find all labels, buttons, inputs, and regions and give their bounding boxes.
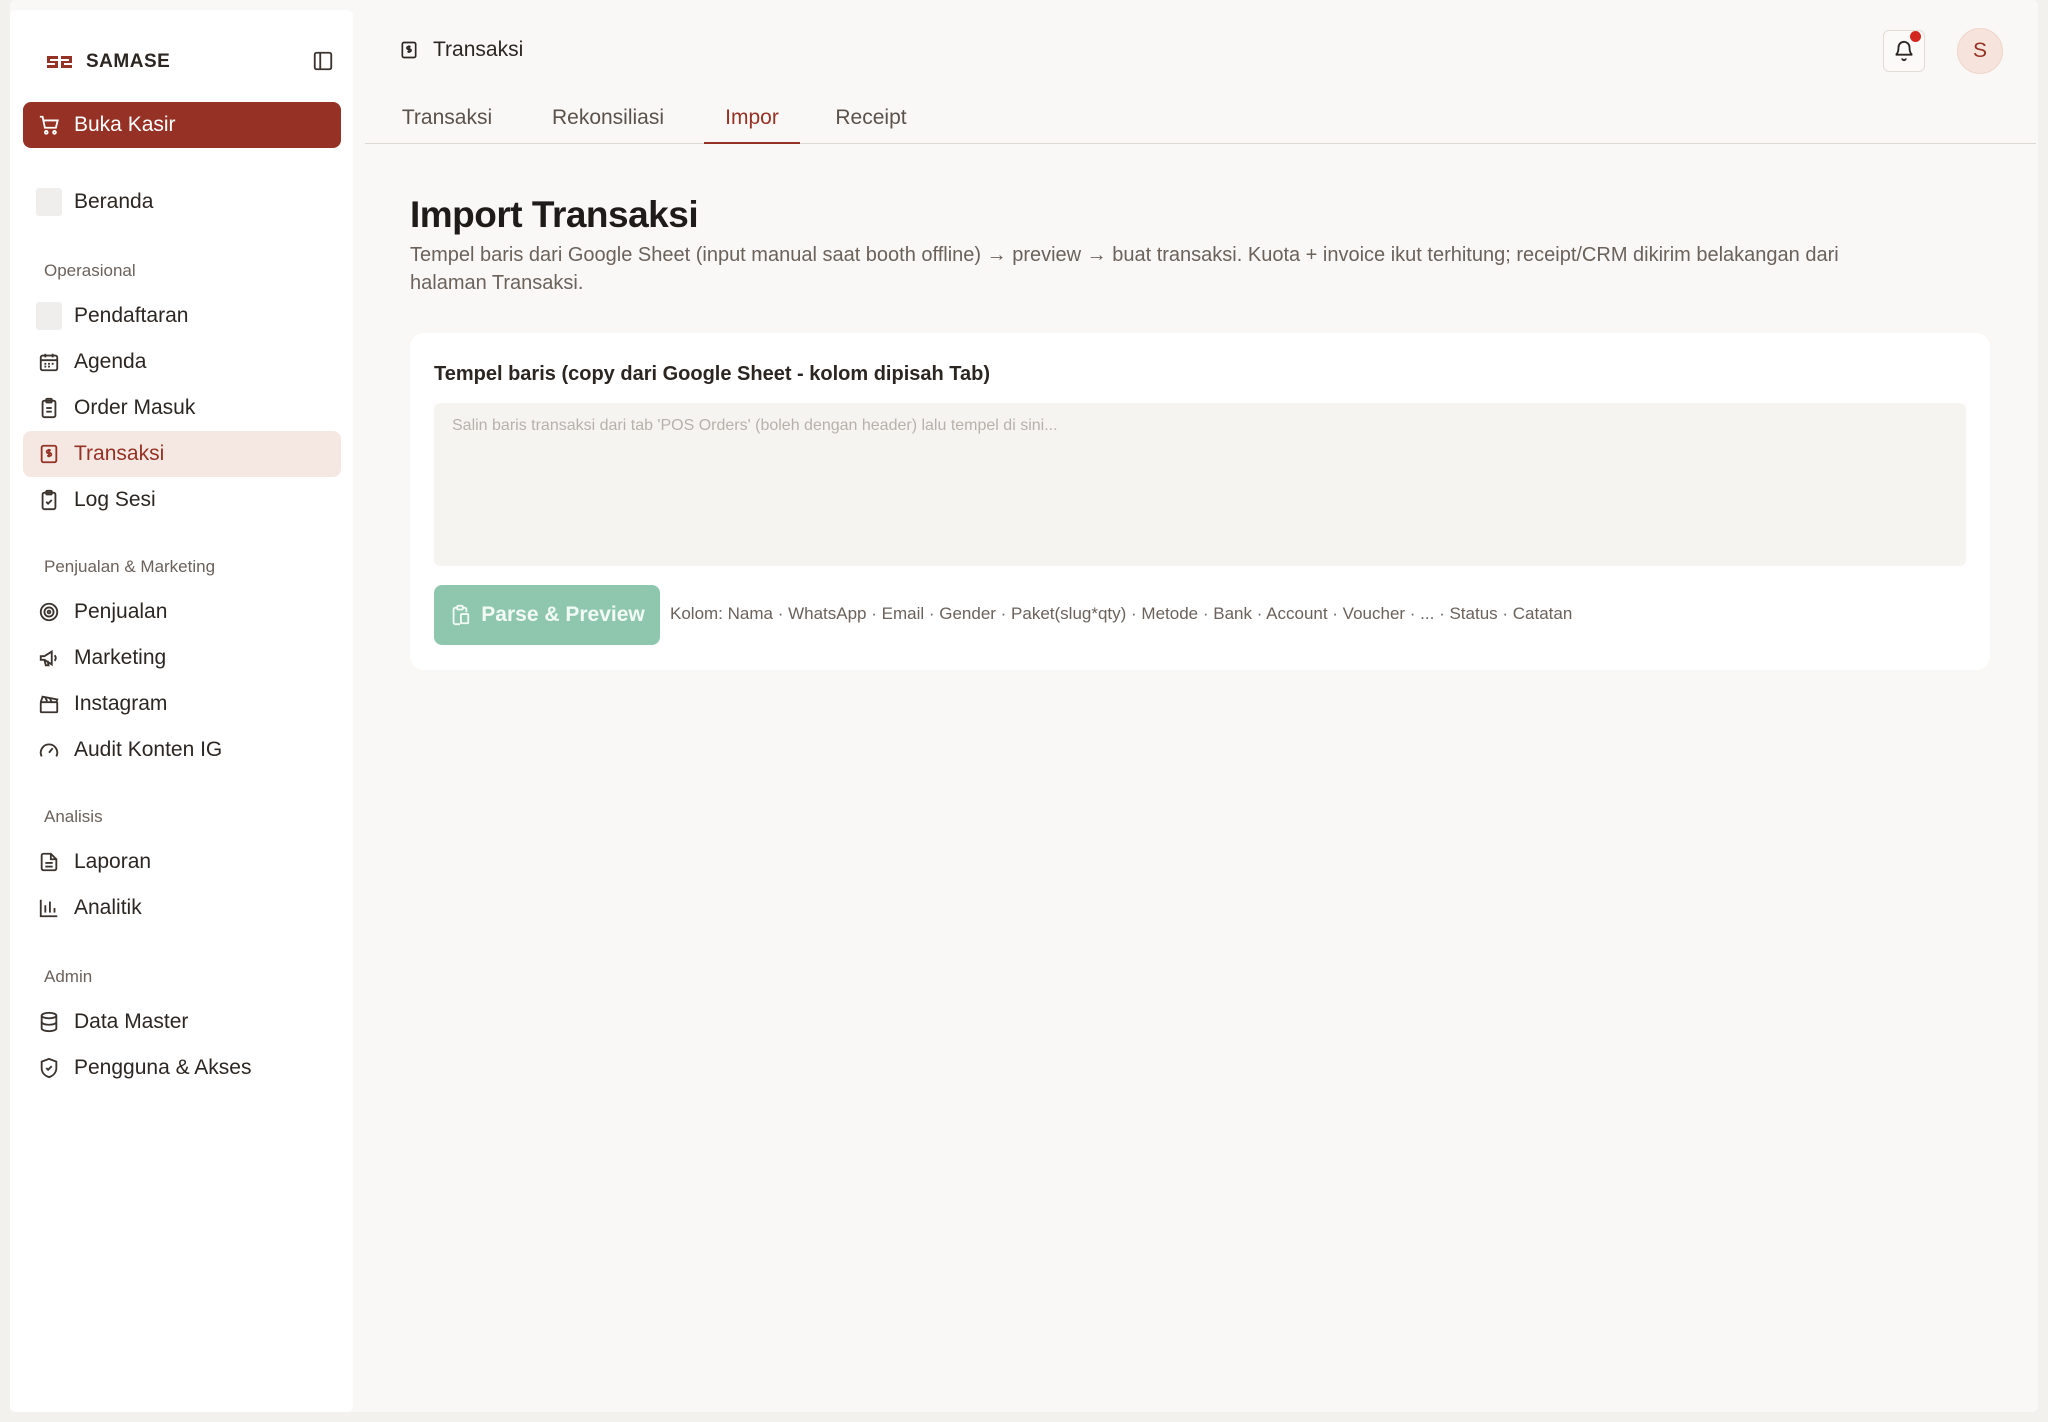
cart-icon bbox=[36, 112, 62, 138]
topbar-title: Transaksi bbox=[399, 38, 523, 62]
brand-logo-icon bbox=[47, 56, 72, 68]
tab-bar: Transaksi Rekonsiliasi Impor Receipt bbox=[365, 98, 2036, 144]
placeholder-icon bbox=[36, 188, 62, 216]
tab-transaksi[interactable]: Transaksi bbox=[382, 98, 512, 144]
page-description: Tempel baris dari Google Sheet (input ma… bbox=[410, 244, 1839, 294]
sidebar-item-agenda[interactable]: Agenda bbox=[23, 339, 341, 385]
receipt-icon bbox=[36, 441, 62, 467]
sidebar-item-penjualan[interactable]: Penjualan bbox=[23, 589, 341, 635]
parse-preview-label: Parse & Preview bbox=[481, 603, 645, 626]
sidebar-item-label: Order Masuk bbox=[74, 396, 196, 419]
sidebar-item-marketing[interactable]: Marketing bbox=[23, 635, 341, 681]
tab-impor[interactable]: Impor bbox=[704, 98, 800, 144]
open-cashier-label: Buka Kasir bbox=[74, 113, 176, 136]
tab-rekonsiliasi[interactable]: Rekonsiliasi bbox=[528, 98, 688, 144]
paste-rows-textarea[interactable] bbox=[434, 403, 1966, 566]
sidebar-item-beranda[interactable]: Beranda bbox=[23, 179, 341, 225]
sidebar-item-label: Pengguna & Akses bbox=[74, 1056, 252, 1079]
main-content: Transaksi S Transaksi Rekonsiliasi Impor… bbox=[353, 0, 2048, 1422]
page-header-title: Transaksi bbox=[433, 38, 524, 61]
sidebar-item-label: Agenda bbox=[74, 350, 147, 373]
sidebar-item-laporan[interactable]: Laporan bbox=[23, 839, 341, 885]
sidebar-item-label: Laporan bbox=[74, 850, 152, 873]
sidebar-item-label: Audit Konten IG bbox=[74, 738, 223, 761]
sidebar-item-audit-konten-ig[interactable]: Audit Konten IG bbox=[23, 727, 341, 773]
section-label-analisis: Analisis bbox=[44, 807, 103, 826]
sidebar-item-label: Instagram bbox=[74, 692, 168, 715]
brand[interactable]: SAMASE bbox=[44, 48, 170, 76]
parse-preview-button[interactable]: Parse & Preview bbox=[434, 585, 660, 645]
sidebar-item-label: Transaksi bbox=[74, 442, 165, 465]
brand-name: SAMASE bbox=[86, 51, 171, 72]
sidebar-item-label: Marketing bbox=[74, 646, 167, 669]
paste-rows-label: Tempel baris (copy dari Google Sheet - k… bbox=[434, 363, 991, 385]
sidebar-item-log-sesi[interactable]: Log Sesi bbox=[23, 477, 341, 523]
sidebar-item-instagram[interactable]: Instagram bbox=[23, 681, 341, 727]
notifications-button[interactable] bbox=[1883, 30, 1925, 72]
page-title: Import Transaksi bbox=[410, 194, 699, 235]
tab-receipt[interactable]: Receipt bbox=[816, 98, 926, 144]
gauge-icon bbox=[36, 737, 62, 763]
avatar[interactable]: S bbox=[1957, 28, 2003, 74]
database-icon bbox=[36, 1009, 62, 1035]
shield-check-icon bbox=[36, 1055, 62, 1081]
sidebar-item-label: Beranda bbox=[74, 190, 154, 213]
sidebar-item-analitik[interactable]: Analitik bbox=[23, 885, 341, 931]
sidebar-item-label: Pendaftaran bbox=[74, 304, 189, 327]
panel-left-icon bbox=[313, 51, 333, 71]
sidebar: SAMASE Buka Kasir Beranda Operasional Pe… bbox=[10, 10, 353, 1412]
section-label-admin: Admin bbox=[44, 967, 93, 986]
clipboard-check-icon bbox=[36, 487, 62, 513]
notification-dot bbox=[1910, 31, 1921, 42]
sidebar-item-label: Analitik bbox=[74, 896, 142, 919]
sidebar-item-transaksi[interactable]: Transaksi bbox=[23, 431, 341, 477]
clipboard-paste-icon bbox=[452, 604, 470, 626]
bar-chart-icon bbox=[36, 895, 62, 921]
sidebar-item-order-masuk[interactable]: Order Masuk bbox=[23, 385, 341, 431]
import-card: Tempel baris (copy dari Google Sheet - k… bbox=[410, 333, 1990, 670]
section-label-penjualan-marketing: Penjualan & Marketing bbox=[44, 557, 216, 576]
placeholder-icon bbox=[36, 302, 62, 330]
calendar-icon bbox=[36, 349, 62, 375]
clipboard-icon bbox=[36, 395, 62, 421]
clapperboard-icon bbox=[36, 691, 62, 717]
sidebar-item-label: Log Sesi bbox=[74, 488, 156, 511]
sidebar-item-data-master[interactable]: Data Master bbox=[23, 999, 341, 1045]
sidebar-item-pengguna-akses[interactable]: Pengguna & Akses bbox=[23, 1045, 341, 1091]
columns-hint: Kolom: Nama · WhatsApp · Email · Gender … bbox=[670, 604, 1573, 623]
receipt-icon bbox=[401, 41, 417, 59]
sidebar-item-pendaftaran[interactable]: Pendaftaran bbox=[23, 293, 341, 339]
sidebar-toggle-button[interactable] bbox=[310, 48, 336, 74]
sidebar-item-label: Data Master bbox=[74, 1010, 189, 1033]
sidebar-item-label: Penjualan bbox=[74, 600, 168, 623]
megaphone-icon bbox=[36, 645, 62, 671]
target-icon bbox=[36, 599, 62, 625]
section-label-operasional: Operasional bbox=[44, 261, 136, 280]
open-cashier-button[interactable]: Buka Kasir bbox=[23, 102, 341, 148]
bell-icon bbox=[1895, 41, 1913, 62]
file-text-icon bbox=[36, 849, 62, 875]
